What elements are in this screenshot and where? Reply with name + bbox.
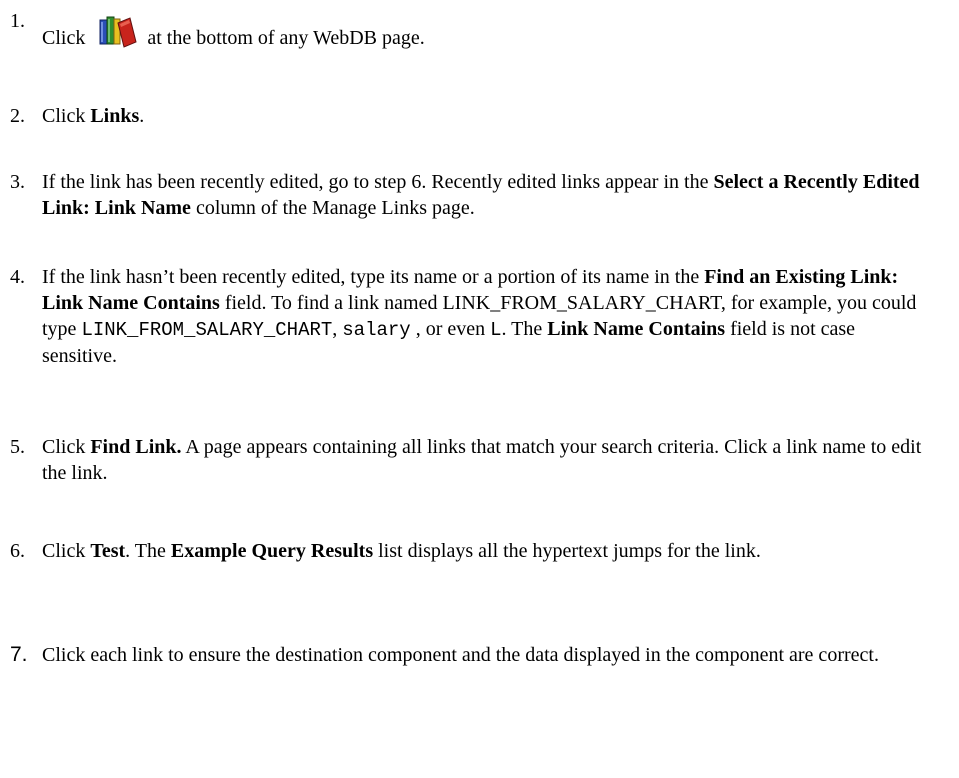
- step-text-segment: , or even: [410, 318, 491, 340]
- step-text-segment: at the bottom of any WebDB page.: [142, 27, 425, 49]
- step-5: 5. Click Find Link. A page appears conta…: [10, 434, 950, 486]
- step-1: 1. Click at the bottom of any WebDB page…: [10, 8, 950, 51]
- instruction-page: 1. Click at the bottom of any WebDB page…: [0, 0, 959, 778]
- step-number: 3.: [10, 171, 25, 193]
- step-4: 4. If the link hasn’t been recently edit…: [10, 264, 950, 369]
- step-number: 6.: [10, 540, 25, 562]
- step-text-segment: Click: [42, 105, 91, 127]
- step-text: Click each link to ensure the destinatio…: [42, 642, 922, 668]
- step-number: 1.: [10, 10, 25, 32]
- ui-term-find-link: Find Link.: [90, 436, 182, 458]
- ui-term-links: Links: [90, 105, 140, 127]
- step-number: 4.: [10, 266, 25, 288]
- step-7: 7. Click each link to ensure the destina…: [10, 642, 950, 668]
- step-text: Click at the bottom of any WebDB page.: [42, 8, 922, 51]
- step-text-segment: If the link hasn’t been recently edited,…: [42, 266, 705, 288]
- step-text: Click Test. The Example Query Results li…: [42, 538, 922, 564]
- step-text-segment: Click: [42, 436, 91, 458]
- step-3: 3. If the link has been recently edited,…: [10, 169, 950, 221]
- step-text-segment: .: [139, 105, 145, 127]
- step-text-segment: column of the Manage Links page.: [190, 197, 475, 219]
- step-2: 2. Click Links.: [10, 103, 950, 129]
- step-text-segment: If the link has been recently edited, go…: [42, 171, 714, 193]
- step-text-segment: Click: [42, 540, 91, 562]
- step-text-segment: ,: [332, 318, 343, 340]
- ui-term-test: Test: [90, 540, 126, 562]
- step-6: 6. Click Test. The Example Query Results…: [10, 538, 950, 564]
- step-text-segment: . The: [125, 540, 171, 562]
- step-text: Click Find Link. A page appears containi…: [42, 434, 922, 486]
- code-example: L: [490, 319, 502, 341]
- step-text: Click Links.: [42, 103, 922, 129]
- ui-term-link-name-contains: Link Name Contains: [547, 318, 726, 340]
- step-text-segment: list displays all the hypertext jumps fo…: [373, 540, 761, 562]
- ui-term-example-query-results: Example Query Results: [170, 540, 374, 562]
- step-text-segment: Click: [42, 27, 91, 49]
- code-example: salary: [342, 319, 411, 341]
- step-number: 2.: [10, 105, 25, 127]
- code-example: LINK_FROM_SALARY_CHART: [81, 319, 333, 341]
- step-number: 7.: [10, 643, 28, 666]
- step-text: If the link hasn’t been recently edited,…: [42, 264, 922, 369]
- step-text-segment: Click each link to ensure the destinatio…: [42, 644, 879, 666]
- step-number: 5.: [10, 436, 25, 458]
- books-icon[interactable]: [96, 14, 138, 48]
- step-text-segment: . The: [501, 318, 548, 340]
- step-text: If the link has been recently edited, go…: [42, 169, 922, 221]
